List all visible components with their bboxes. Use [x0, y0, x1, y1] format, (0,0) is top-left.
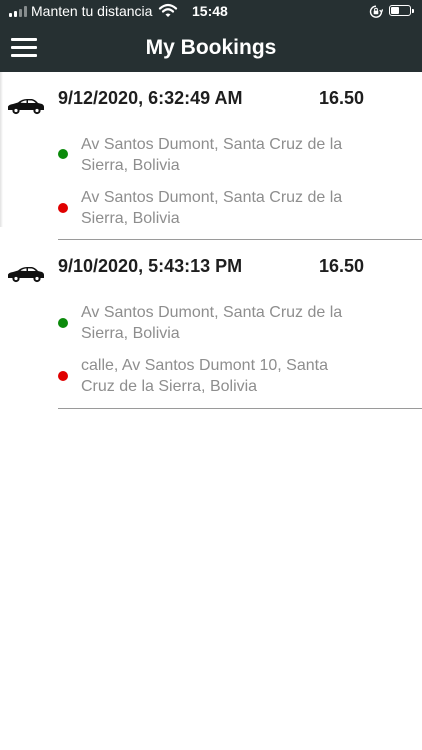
status-time: 15:48	[192, 3, 228, 19]
page-title: My Bookings	[145, 36, 277, 59]
pickup-address: Av Santos Dumont, Santa Cruz de la Sierr…	[81, 136, 343, 174]
wifi-icon	[158, 3, 178, 17]
pickup-dot-icon	[58, 149, 68, 159]
car-icon	[8, 99, 44, 115]
divider	[58, 408, 422, 409]
booking-datetime: 9/10/2020, 5:43:13 PM	[58, 256, 243, 276]
booking-datetime: 9/12/2020, 6:32:49 AM	[58, 88, 243, 108]
status-bar: Manten tu distancia 15:48	[0, 0, 422, 22]
booking-item[interactable]: 9/12/2020, 6:32:49 AM 16.50 Av Santos Du…	[0, 72, 422, 241]
carrier-name: Manten tu distancia	[31, 3, 153, 19]
dropoff-dot-icon	[58, 203, 68, 213]
orientation-lock-icon	[369, 5, 383, 18]
pickup-dot-icon	[58, 318, 68, 328]
booking-price: 16.50	[319, 88, 365, 108]
divider	[58, 239, 422, 240]
dropoff-address: calle, Av Santos Dumont 10, Santa Cruz d…	[81, 357, 328, 395]
top-bar: Manten tu distancia 15:48 My Bookings	[0, 0, 422, 72]
battery-icon	[389, 5, 414, 16]
booking-price: 16.50	[319, 256, 365, 276]
dropoff-dot-icon	[58, 371, 68, 381]
signal-icon	[9, 6, 27, 17]
car-icon	[8, 267, 44, 283]
dropoff-address: Av Santos Dumont, Santa Cruz de la Sierr…	[81, 189, 343, 227]
pickup-address: Av Santos Dumont, Santa Cruz de la Sierr…	[81, 304, 343, 342]
booking-item[interactable]: 9/10/2020, 5:43:13 PM 16.50 Av Santos Du…	[0, 241, 422, 410]
